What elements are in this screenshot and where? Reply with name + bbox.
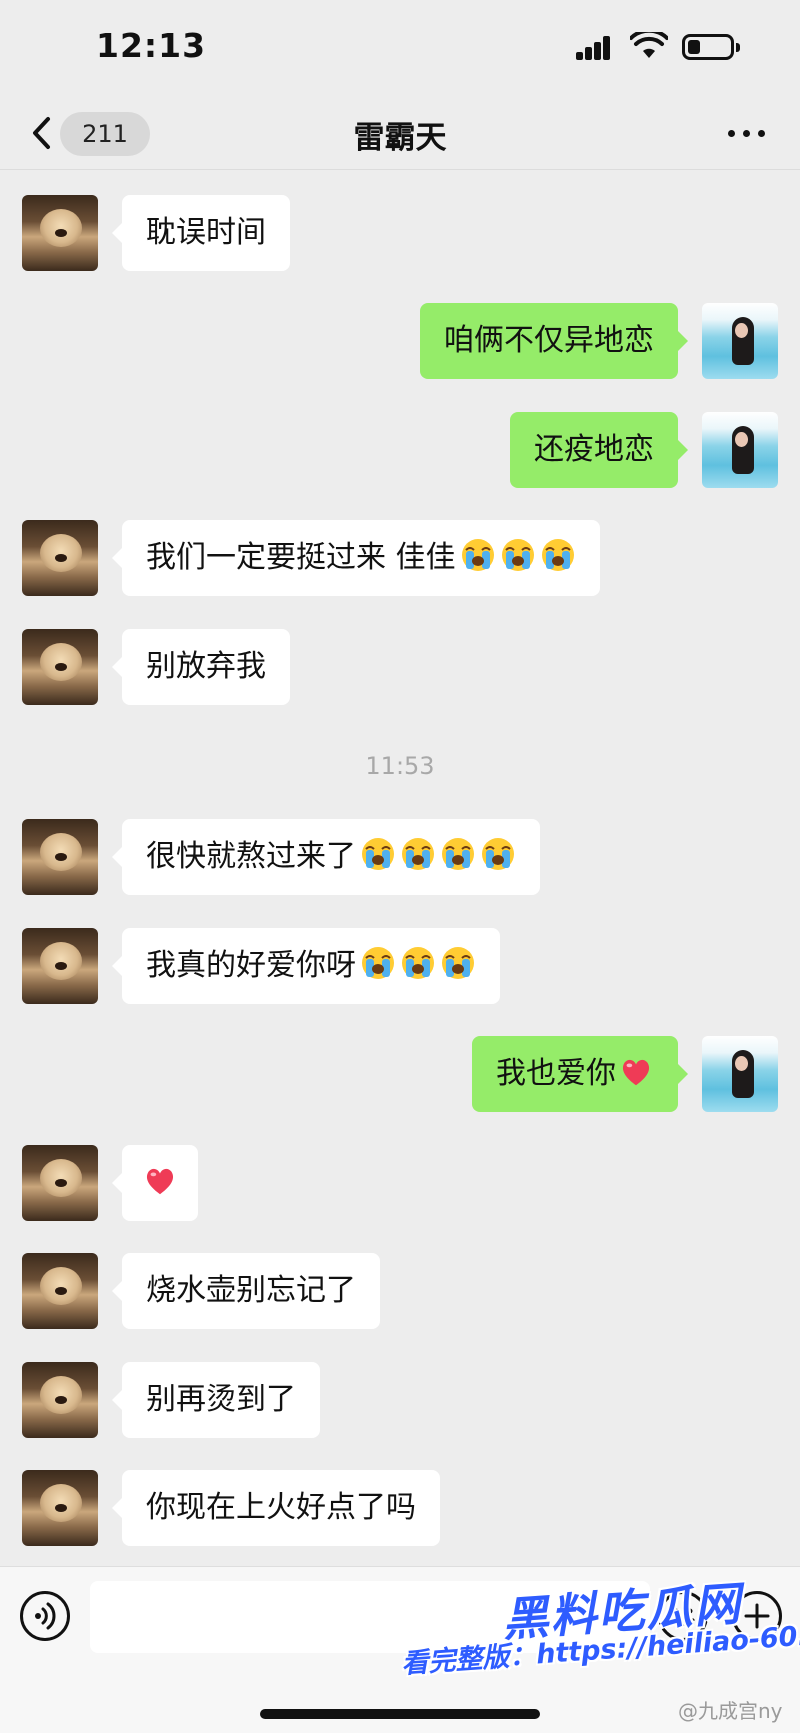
contact-avatar[interactable] — [22, 928, 98, 1004]
loudly-crying-face-icon — [361, 946, 395, 980]
message-text: 我真的好爱你呀 — [146, 948, 356, 983]
message-bubble-incoming[interactable]: 耽误时间 — [112, 195, 290, 271]
message-text: 你现在上火好点了吗 — [146, 1490, 416, 1525]
message-bubble-incoming[interactable]: 别放弃我 — [112, 629, 290, 705]
loudly-crying-face-icon — [460, 538, 495, 572]
battery-icon — [682, 34, 740, 60]
message-timestamp: 11:53 — [365, 752, 435, 780]
message-bubble-incoming[interactable] — [112, 1145, 198, 1221]
message-bubble-incoming[interactable]: 你现在上火好点了吗 — [112, 1470, 440, 1546]
contact-avatar[interactable] — [22, 819, 98, 895]
red-heart-icon — [146, 1168, 174, 1195]
message-text: 我们一定要挺过来 佳佳 — [146, 540, 456, 575]
message-text: 烧水壶别忘记了 — [146, 1273, 356, 1308]
red-heart-icon — [622, 1059, 650, 1086]
loudly-crying-face-icon — [401, 946, 435, 980]
chat-header: 211 雷霸天 — [0, 96, 800, 170]
message-bubble-incoming[interactable]: 我们一定要挺过来 佳佳 — [112, 520, 600, 596]
message-text: 耽误时间 — [146, 215, 266, 250]
contact-avatar[interactable] — [22, 195, 98, 271]
message-bubble-incoming[interactable]: 我真的好爱你呀 — [112, 928, 500, 1004]
signal-icon — [576, 34, 618, 60]
loudly-crying-face-icon — [361, 837, 395, 871]
loudly-crying-face-icon — [481, 837, 515, 871]
loudly-crying-face-icon — [401, 837, 435, 871]
watermark-weibo-handle: @九成宫ny — [678, 1699, 783, 1723]
contact-avatar[interactable] — [22, 1362, 98, 1438]
message-bubble-outgoing[interactable]: 咱俩不仅异地恋 — [420, 303, 688, 379]
status-bar: 12:13 — [0, 0, 800, 96]
wifi-icon — [630, 32, 668, 58]
loudly-crying-face-icon — [500, 538, 535, 572]
status-time: 12:13 — [96, 26, 207, 65]
message-text: 还疫地恋 — [534, 432, 654, 467]
voice-icon[interactable] — [20, 1591, 70, 1641]
my-avatar[interactable] — [702, 303, 778, 379]
more-icon[interactable] — [722, 118, 772, 148]
chat-title: 雷霸天 — [353, 120, 447, 156]
contact-avatar[interactable] — [22, 1470, 98, 1546]
message-text: 咱俩不仅异地恋 — [444, 323, 654, 358]
message-text: 我也爱你 — [496, 1056, 616, 1091]
message-text: 很快就熬过来了 — [146, 839, 356, 874]
message-bubble-outgoing[interactable]: 我也爱你 — [472, 1036, 688, 1112]
message-bubble-incoming[interactable]: 很快就熬过来了 — [112, 819, 540, 895]
message-bubble-outgoing[interactable]: 还疫地恋 — [510, 412, 688, 488]
contact-avatar[interactable] — [22, 1253, 98, 1329]
loudly-crying-face-icon — [441, 837, 475, 871]
contact-avatar[interactable] — [22, 1145, 98, 1221]
message-text: 别放弃我 — [146, 649, 266, 684]
loudly-crying-face-icon — [441, 946, 475, 980]
message-bubble-incoming[interactable]: 烧水壶别忘记了 — [112, 1253, 380, 1329]
loudly-crying-face-icon — [540, 538, 575, 572]
my-avatar[interactable] — [702, 412, 778, 488]
home-indicator[interactable] — [260, 1709, 540, 1719]
message-bubble-incoming[interactable]: 别再烫到了 — [112, 1362, 320, 1438]
contact-avatar[interactable] — [22, 629, 98, 705]
message-text: 别再烫到了 — [146, 1382, 296, 1417]
contact-avatar[interactable] — [22, 520, 98, 596]
my-avatar[interactable] — [702, 1036, 778, 1112]
